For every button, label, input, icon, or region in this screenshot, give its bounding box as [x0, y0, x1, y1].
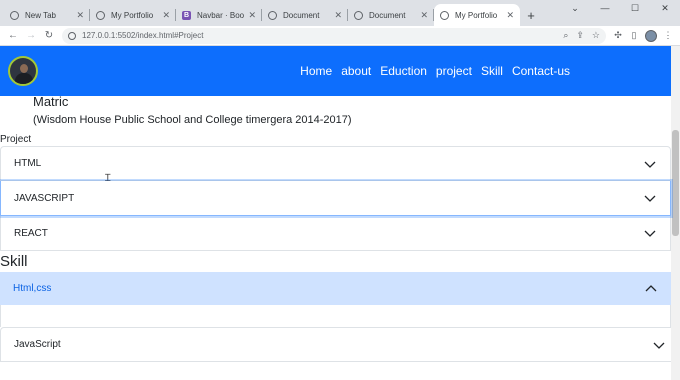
back-icon[interactable]: ← [4, 30, 22, 41]
skill-heading: Skill [0, 253, 28, 270]
education-entry: Matric (Wisdom House Public School and C… [0, 94, 680, 126]
tab-search-icon[interactable]: ⌄ [560, 0, 590, 16]
globe-icon [96, 10, 105, 20]
accordion-label: REACT [14, 227, 48, 239]
browser-tab[interactable]: B Navbar · Bootstrap✕ [176, 4, 262, 26]
minimize-icon[interactable]: — [590, 0, 620, 16]
close-tab-icon[interactable]: ✕ [76, 10, 84, 21]
scrollbar-thumb[interactable] [672, 130, 679, 236]
share-icon[interactable]: ⇪ [576, 30, 584, 41]
accordion-item-html[interactable]: HTML [0, 146, 671, 181]
page-viewport: Home about Eduction project Skill Contac… [0, 46, 680, 380]
accordion-item-html-css-open[interactable]: Html,css [0, 272, 671, 305]
accordion-item-skill-javascript[interactable]: JavaScript [0, 327, 680, 362]
nav-link-eduction[interactable]: Eduction [380, 64, 427, 78]
side-panel-icon[interactable]: ▯ [626, 30, 642, 41]
bookmark-star-icon[interactable]: ☆ [592, 30, 600, 41]
tab-title: My Portfolio [455, 10, 498, 20]
close-tab-icon[interactable]: ✕ [420, 10, 428, 21]
nav-link-contact[interactable]: Contact-us [512, 64, 570, 78]
url-text[interactable]: 127.0.0.1:5502/index.html#Project [82, 31, 555, 40]
chevron-down-icon [644, 161, 656, 168]
accordion-label: JAVASCRIPT [14, 192, 75, 204]
site-navbar: Home about Eduction project Skill Contac… [0, 46, 680, 96]
accordion-label: JavaScript [14, 339, 61, 350]
globe-icon [440, 10, 449, 20]
new-tab-button[interactable]: + [520, 4, 542, 26]
tab-title: Document [283, 10, 320, 20]
close-tab-icon[interactable]: ✕ [506, 10, 514, 21]
education-degree: Matric [33, 94, 69, 109]
browser-tab[interactable]: Document ✕ [348, 4, 434, 26]
accordion-body [0, 305, 671, 327]
browser-tab[interactable]: Document ✕ [262, 4, 348, 26]
accordion-item-javascript[interactable]: JAVASCRIPT [0, 181, 671, 216]
bootstrap-icon: B [182, 10, 191, 20]
tab-title: Document [369, 10, 406, 20]
forward-icon[interactable]: → [22, 30, 40, 41]
tab-title: Navbar · Bootstrap [197, 10, 245, 20]
browser-tab[interactable]: My Portfolio ✕ [90, 4, 176, 26]
close-tab-icon[interactable]: ✕ [248, 10, 256, 21]
extensions-icon[interactable]: ✣ [610, 30, 626, 41]
nav-link-skill[interactable]: Skill [481, 64, 503, 78]
project-heading: Project [0, 134, 32, 145]
chevron-down-icon [644, 230, 656, 237]
close-window-icon[interactable]: ✕ [650, 0, 680, 16]
chevron-down-icon [644, 195, 656, 202]
zoom-icon[interactable]: ⌕ [563, 30, 568, 41]
browser-tab-strip: New Tab ✕ My Portfolio ✕ B Navbar · Bootstr… [0, 0, 680, 26]
profile-avatar-logo[interactable] [8, 56, 38, 86]
address-bar[interactable]: 127.0.0.1:5502/index.html#Project ⌕ ⇪ ☆ [62, 27, 606, 44]
accordion-label: HTML [14, 158, 42, 169]
globe-icon [354, 10, 363, 20]
globe-icon [268, 10, 277, 20]
chevron-up-icon [645, 285, 657, 292]
tab-title: New Tab [25, 10, 56, 20]
nav-link-project[interactable]: project [436, 64, 472, 78]
browser-tab[interactable]: New Tab ✕ [4, 4, 90, 26]
nav-link-home[interactable]: Home [300, 64, 332, 78]
accordion-item-react[interactable]: REACT [0, 216, 671, 251]
browser-toolbar: ← → ↻ 127.0.0.1:5502/index.html#Project … [0, 26, 680, 46]
chevron-down-icon [653, 342, 665, 349]
close-tab-icon[interactable]: ✕ [334, 10, 342, 21]
nav-links: Home about Eduction project Skill Contac… [291, 64, 570, 78]
profile-avatar[interactable] [645, 29, 657, 42]
site-info-icon[interactable] [68, 31, 76, 40]
page-scrollbar[interactable] [671, 46, 680, 380]
nav-link-about[interactable]: about [341, 64, 371, 78]
tab-title: My Portfolio [111, 10, 154, 20]
close-tab-icon[interactable]: ✕ [162, 10, 170, 21]
reload-icon[interactable]: ↻ [40, 30, 58, 41]
chrome-icon [10, 10, 19, 20]
education-school: (Wisdom House Public School and College … [33, 114, 352, 126]
menu-kebab-icon[interactable]: ⋮ [660, 30, 676, 41]
accordion-label: Html,css [13, 283, 52, 294]
browser-tab-active[interactable]: My Portfolio ✕ [434, 4, 520, 26]
maximize-icon[interactable]: ☐ [620, 0, 650, 16]
window-controls: ⌄ — ☐ ✕ [560, 0, 680, 16]
project-accordion: HTML JAVASCRIPT REACT [0, 146, 671, 251]
